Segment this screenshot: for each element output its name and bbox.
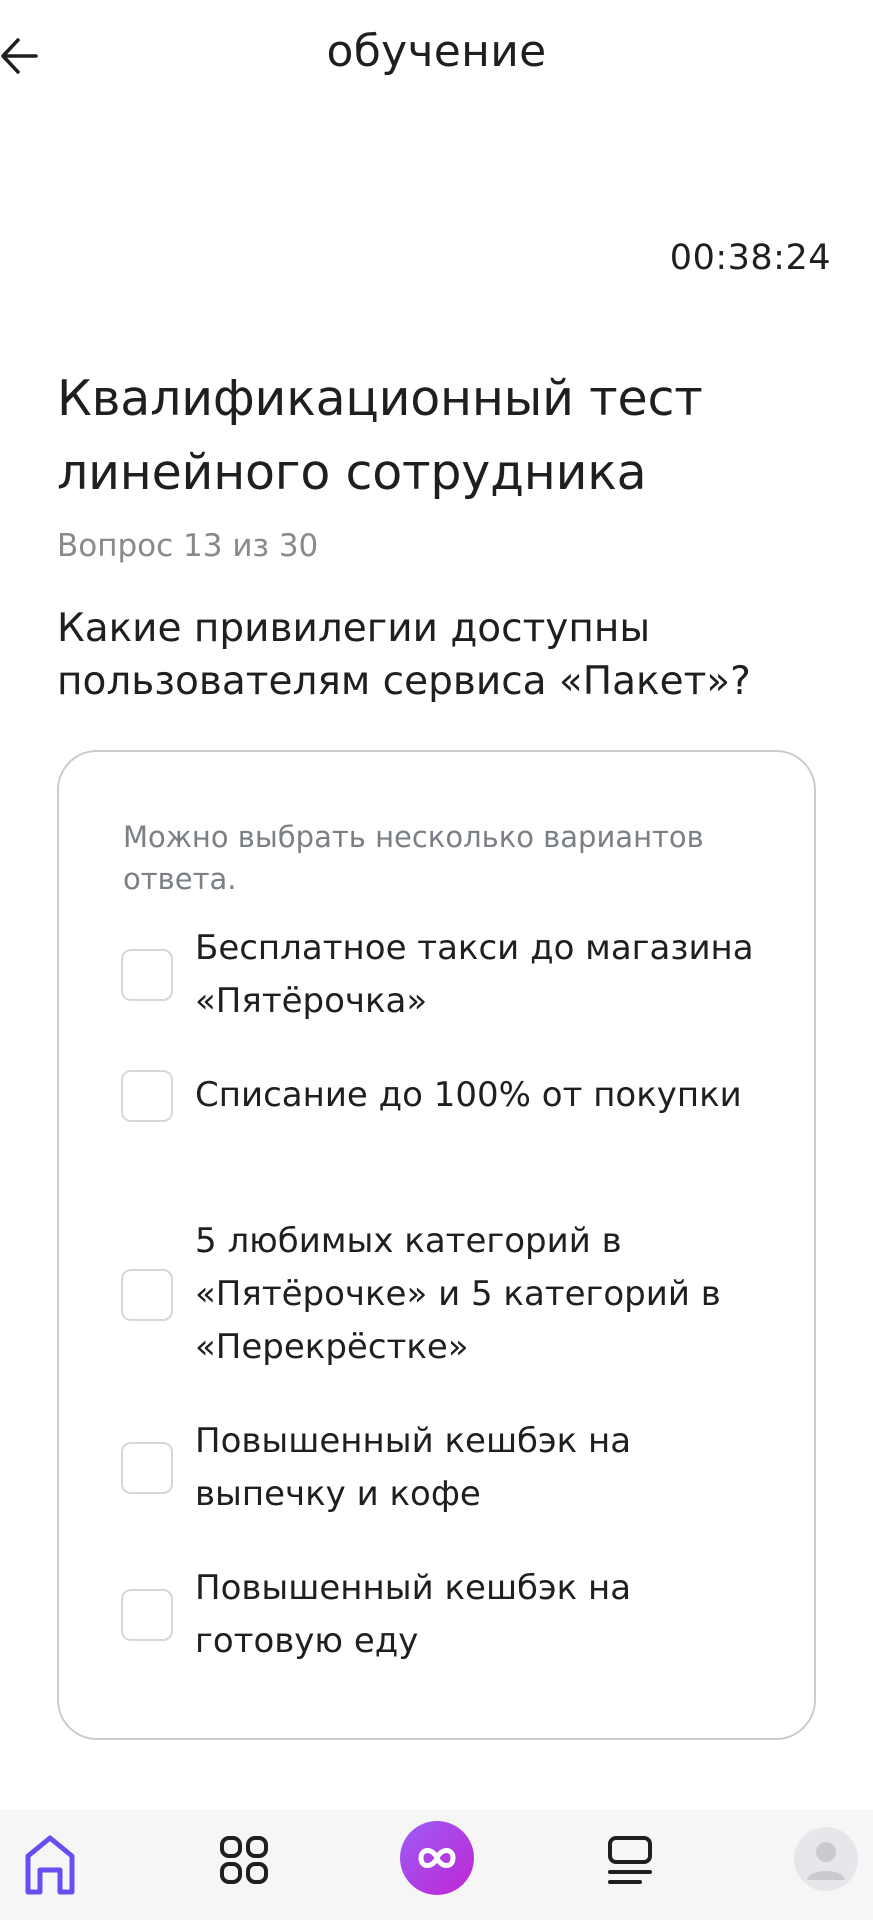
checkbox[interactable] [121, 1268, 173, 1321]
nav-home[interactable] [18, 1832, 82, 1920]
answer-option-label: Повышенный кешбэк на готовую еду [195, 1568, 632, 1661]
answer-option-label: Списание до 100% от покупки [195, 1075, 742, 1115]
answer-option-4[interactable]: Повышенный кешбэк на выпечку и кофе [121, 1415, 771, 1521]
header: обучение [0, 0, 873, 110]
checkbox[interactable] [121, 1069, 173, 1122]
answer-option-5[interactable]: Повышенный кешбэк на готовую еду [121, 1562, 771, 1668]
bottom-nav [0, 1810, 873, 1920]
nav-assistant[interactable] [398, 1820, 476, 1908]
screen: обучение 00:38:24 Квалификационный тест … [0, 0, 873, 1920]
answer-option-1[interactable]: Бесплатное такси до магазина «Пятёрочка» [121, 922, 771, 1028]
checkbox[interactable] [121, 1442, 173, 1494]
assistant-icon [400, 1821, 474, 1895]
question-text: Какие привилегии доступны пользователям … [57, 606, 751, 704]
test-title: Квалификационный тест линейного сотрудни… [57, 370, 703, 501]
list-icon [608, 1836, 652, 1884]
checkbox[interactable] [121, 1589, 173, 1641]
apps-grid-icon [220, 1836, 268, 1884]
nav-list[interactable] [600, 1832, 660, 1920]
checkbox[interactable] [121, 949, 173, 1001]
answer-option-label: Повышенный кешбэк на выпечку и кофе [195, 1421, 632, 1514]
answer-card: Можно выбрать несколько вариантов ответа… [57, 750, 816, 1740]
answer-option-label: Бесплатное такси до магазина «Пятёрочка» [195, 928, 754, 1021]
answer-option-label: 5 любимых категорий в «Пятёрочке» и 5 ка… [195, 1221, 721, 1367]
answer-option-2[interactable]: Списание до 100% от покупки [121, 1069, 771, 1122]
answer-option-3[interactable]: 5 любимых категорий в «Пятёрочке» и 5 ка… [121, 1215, 771, 1374]
home-icon [25, 1835, 75, 1895]
test-timer: 00:38:24 [669, 238, 831, 278]
page-title: обучение [326, 26, 547, 77]
profile-icon [794, 1827, 858, 1891]
multi-select-hint: Можно выбрать несколько вариантов ответа… [123, 820, 704, 896]
nav-apps[interactable] [212, 1832, 276, 1920]
nav-profile[interactable] [790, 1826, 862, 1914]
question-counter: Вопрос 13 из 30 [57, 528, 319, 564]
